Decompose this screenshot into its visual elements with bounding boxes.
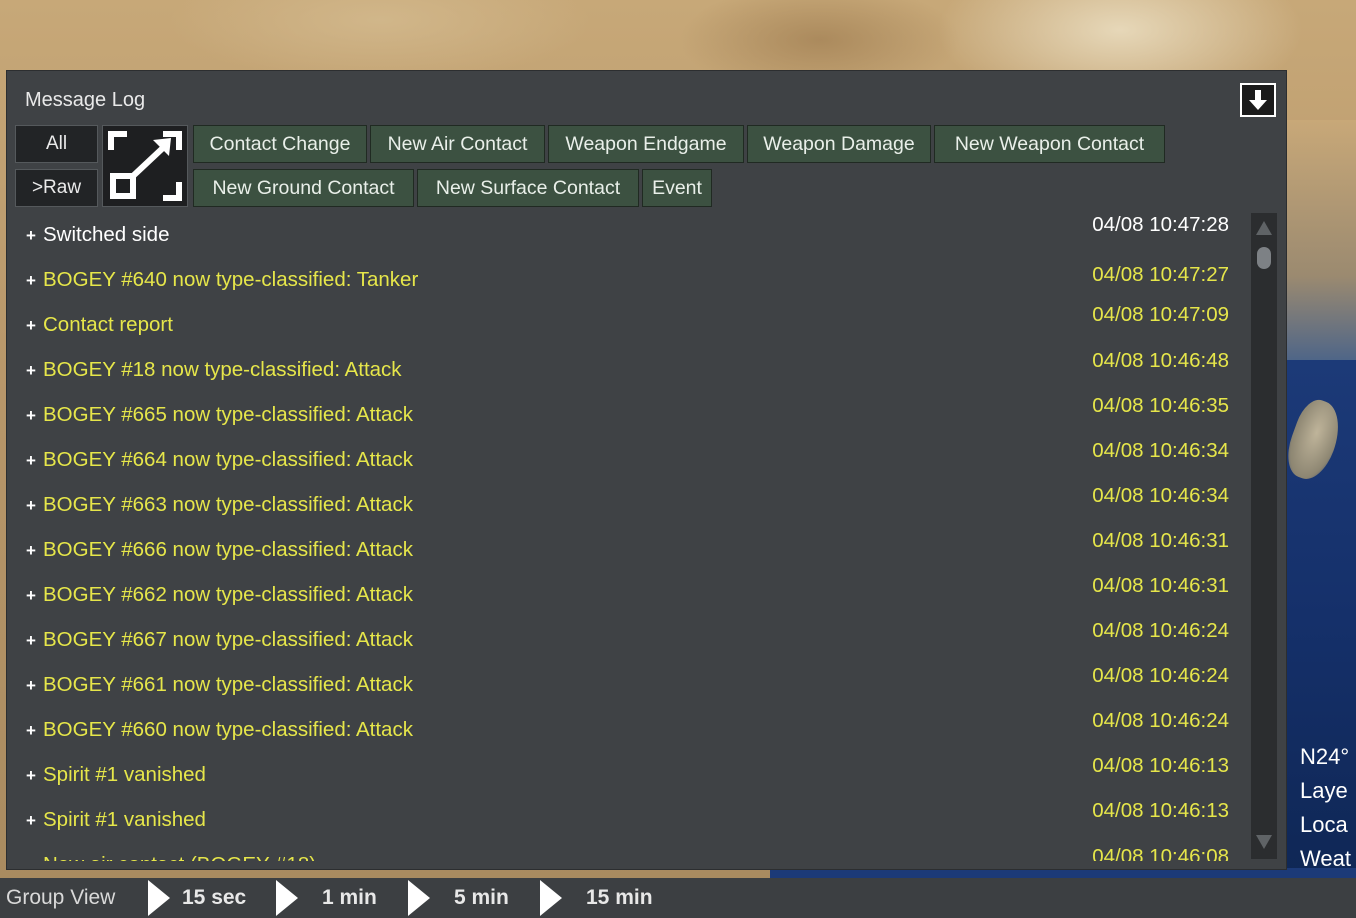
message-text: New air contact (BOGEY #18) <box>43 853 316 861</box>
play-arrow-icon[interactable] <box>540 880 562 916</box>
message-timestamp: 04/08 10:47:27 <box>1092 263 1229 286</box>
message-text: Spirit #1 vanished <box>43 808 206 831</box>
message-text: BOGEY #18 now type-classified: Attack <box>43 358 402 381</box>
dock-panel-button[interactable] <box>1240 83 1276 117</box>
map-info-overlay: N24° Laye Loca Weat <box>1300 740 1356 876</box>
message-log-panel: Message Log All >Raw Contact Change New … <box>6 70 1287 870</box>
filter-event[interactable]: Event <box>642 169 712 207</box>
scroll-down-arrow-icon[interactable] <box>1256 835 1272 849</box>
time-compression-bar: Group View 15 sec 1 min 5 min 15 min <box>0 878 1356 918</box>
message-timestamp: 04/08 10:47:28 <box>1092 213 1229 236</box>
expand-plus-icon[interactable]: + <box>23 362 39 379</box>
message-timestamp: 04/08 10:46:31 <box>1092 529 1229 552</box>
scroll-up-arrow-icon[interactable] <box>1256 221 1272 235</box>
message-timestamp: 04/08 10:46:24 <box>1092 664 1229 687</box>
filter-contact-change[interactable]: Contact Change <box>193 125 367 163</box>
message-timestamp: 04/08 10:46:24 <box>1092 619 1229 642</box>
filter-new-surface-contact[interactable]: New Surface Contact <box>417 169 639 207</box>
message-row[interactable]: + BOGEY #660 now type-classified: Attack 0… <box>7 709 1243 748</box>
expand-plus-icon[interactable]: + <box>23 272 39 289</box>
expand-plus-icon[interactable]: + <box>23 497 39 514</box>
speed-5-min[interactable]: 5 min <box>454 886 509 910</box>
message-row[interactable]: + Spirit #1 vanished 04/08 10:46:13 <box>7 799 1243 838</box>
message-timestamp: 04/08 10:46:24 <box>1092 709 1229 732</box>
play-arrow-icon[interactable] <box>148 880 170 916</box>
message-row[interactable]: + BOGEY #662 now type-classified: Attack 0… <box>7 574 1243 613</box>
speed-15-min[interactable]: 15 min <box>586 886 653 910</box>
message-text: BOGEY #660 now type-classified: Attack <box>43 718 413 741</box>
play-arrow-icon[interactable] <box>276 880 298 916</box>
message-row[interactable]: + BOGEY #666 now type-classified: Attack 0… <box>7 529 1243 568</box>
message-text: BOGEY #662 now type-classified: Attack <box>43 583 413 606</box>
message-text: BOGEY #664 now type-classified: Attack <box>43 448 413 471</box>
message-row[interactable]: + BOGEY #640 now type-classified: Tanker 0… <box>7 263 1243 298</box>
expand-plus-icon[interactable]: + <box>23 722 39 739</box>
message-timestamp: 04/08 10:46:34 <box>1092 439 1229 462</box>
message-row[interactable]: + Spirit #1 vanished 04/08 10:46:13 <box>7 754 1243 793</box>
expand-plus-icon[interactable]: + <box>23 857 39 861</box>
message-text: Spirit #1 vanished <box>43 763 206 786</box>
message-text: Contact report <box>43 313 173 336</box>
filter-all-button[interactable]: All <box>15 125 98 163</box>
expand-plus-icon[interactable]: + <box>23 407 39 424</box>
speed-1-min[interactable]: 1 min <box>322 886 377 910</box>
message-text: BOGEY #666 now type-classified: Attack <box>43 538 413 561</box>
message-text: BOGEY #663 now type-classified: Attack <box>43 493 413 516</box>
message-row[interactable]: + Switched side 04/08 10:47:28 <box>7 213 1243 253</box>
message-list-scrollbar[interactable] <box>1251 213 1277 859</box>
message-text: BOGEY #640 now type-classified: Tanker <box>43 268 419 291</box>
filter-weapon-damage[interactable]: Weapon Damage <box>747 125 931 163</box>
group-view-label[interactable]: Group View <box>6 886 115 910</box>
filter-new-ground-contact[interactable]: New Ground Contact <box>193 169 414 207</box>
panel-title: Message Log <box>25 89 146 111</box>
expand-plus-icon[interactable]: + <box>23 587 39 604</box>
map-location-label: Loca <box>1300 812 1348 837</box>
filter-new-weapon-contact[interactable]: New Weapon Contact <box>934 125 1165 163</box>
expand-plus-icon[interactable]: + <box>23 767 39 784</box>
message-row[interactable]: + BOGEY #18 now type-classified: Attack 04… <box>7 349 1243 388</box>
message-timestamp: 04/08 10:46:35 <box>1092 394 1229 417</box>
filter-weapon-endgame[interactable]: Weapon Endgame <box>548 125 744 163</box>
filter-new-air-contact[interactable]: New Air Contact <box>370 125 545 163</box>
expand-plus-icon[interactable]: + <box>23 677 39 694</box>
message-text: Switched side <box>43 223 170 246</box>
message-row[interactable]: + BOGEY #661 now type-classified: Attack 0… <box>7 664 1243 703</box>
message-row[interactable]: + New air contact (BOGEY #18) 04/08 10:46:… <box>7 845 1243 861</box>
message-text: BOGEY #667 now type-classified: Attack <box>43 628 413 651</box>
speed-15-sec[interactable]: 15 sec <box>182 886 246 910</box>
expand-icon <box>108 131 182 201</box>
map-coastline <box>1286 120 1356 380</box>
message-row[interactable]: + BOGEY #663 now type-classified: Attack 0… <box>7 484 1243 523</box>
expand-plus-icon[interactable]: + <box>23 227 39 244</box>
message-timestamp: 04/08 10:47:09 <box>1092 303 1229 326</box>
message-timestamp: 04/08 10:46:13 <box>1092 754 1229 777</box>
message-row[interactable]: + Contact report 04/08 10:47:09 <box>7 303 1243 343</box>
scroll-thumb[interactable] <box>1257 247 1271 269</box>
message-timestamp: 04/08 10:46:31 <box>1092 574 1229 597</box>
map-coordinates: N24° <box>1300 744 1350 769</box>
message-list: + Switched side 04/08 10:47:28 + BOGEY #640 … <box>7 213 1243 861</box>
map-weather-label: Weat <box>1300 846 1351 871</box>
expand-plus-icon[interactable]: + <box>23 812 39 829</box>
message-timestamp: 04/08 10:46:34 <box>1092 484 1229 507</box>
map-layer-label: Laye <box>1300 778 1348 803</box>
message-text: BOGEY #665 now type-classified: Attack <box>43 403 413 426</box>
message-timestamp: 04/08 10:46:13 <box>1092 799 1229 822</box>
message-text: BOGEY #661 now type-classified: Attack <box>43 673 413 696</box>
expand-plus-icon[interactable]: + <box>23 632 39 649</box>
message-row[interactable]: + BOGEY #664 now type-classified: Attack 0… <box>7 439 1243 478</box>
expand-panel-button[interactable] <box>102 125 188 207</box>
play-arrow-icon[interactable] <box>408 880 430 916</box>
expand-plus-icon[interactable]: + <box>23 317 39 334</box>
arrow-down-icon <box>1249 90 1267 110</box>
message-timestamp: 04/08 10:46:48 <box>1092 349 1229 372</box>
expand-plus-icon[interactable]: + <box>23 542 39 559</box>
message-timestamp: 04/08 10:46:08 <box>1092 845 1229 861</box>
message-row[interactable]: + BOGEY #667 now type-classified: Attack 0… <box>7 619 1243 658</box>
expand-plus-icon[interactable]: + <box>23 452 39 469</box>
message-row[interactable]: + BOGEY #665 now type-classified: Attack 0… <box>7 394 1243 433</box>
raw-view-button[interactable]: >Raw <box>15 169 98 207</box>
